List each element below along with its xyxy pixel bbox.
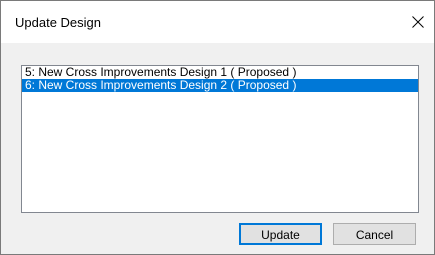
window-title: Update Design [15, 15, 101, 30]
title-bar: Update Design [1, 1, 434, 43]
cancel-button[interactable]: Cancel [333, 223, 416, 245]
update-design-dialog: Update Design 5: New Cross Improvements … [0, 0, 435, 255]
close-icon [412, 16, 424, 28]
close-button[interactable] [407, 11, 429, 33]
design-listbox[interactable]: 5: New Cross Improvements Design 1 ( Pro… [21, 65, 419, 213]
update-button[interactable]: Update [239, 223, 322, 245]
list-item-design-6[interactable]: 6: New Cross Improvements Design 2 ( Pro… [22, 79, 418, 92]
